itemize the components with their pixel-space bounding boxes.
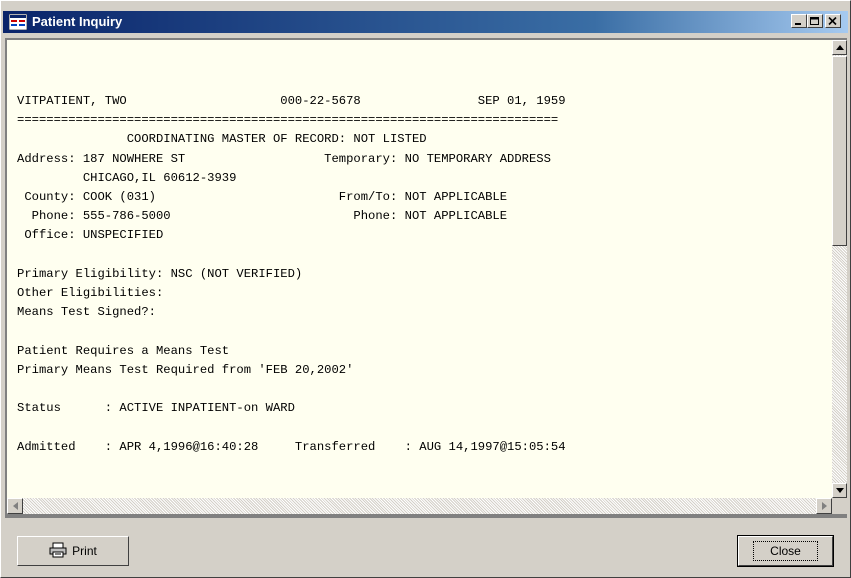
vertical-scroll-thumb[interactable] — [832, 56, 847, 246]
report-line: Other Eligibilities: — [17, 286, 164, 301]
report-line — [17, 418, 566, 437]
close-button[interactable]: Close — [737, 535, 834, 567]
report-line: Patient Requires a Means Test — [17, 343, 230, 358]
print-button-label: Print — [72, 544, 97, 558]
scroll-right-button[interactable] — [816, 498, 832, 514]
scroll-left-button[interactable] — [7, 498, 23, 514]
report-pane[interactable]: VITPATIENT, TWO 000-22-5678 SEP 01, 1959… — [7, 40, 832, 498]
report-line: Status : ACTIVE INPATIENT-on WARD — [17, 401, 295, 416]
arrow-left-icon — [12, 502, 18, 510]
report-line: County: COOK (031) From/To: NOT APPLICAB… — [17, 190, 508, 205]
content-frame: VITPATIENT, TWO 000-22-5678 SEP 01, 1959… — [5, 38, 847, 518]
report-line — [17, 246, 566, 265]
scroll-up-button[interactable] — [832, 40, 847, 55]
maximize-icon[interactable] — [807, 14, 823, 28]
report-line: ========================================… — [17, 113, 559, 128]
report-line: COORDINATING MASTER OF RECORD: NOT LISTE… — [17, 132, 427, 147]
report-line — [17, 380, 566, 399]
close-icon[interactable] — [825, 14, 841, 28]
report-line: Address: 187 NOWHERE ST Temporary: NO TE… — [17, 151, 551, 166]
arrow-down-icon — [835, 488, 844, 493]
report-line: Office: UNSPECIFIED — [17, 228, 164, 243]
scrollbar-corner — [832, 498, 847, 514]
report-line: CHICAGO,IL 60612-3939 — [17, 170, 237, 185]
arrow-right-icon — [821, 502, 827, 510]
patient-inquiry-icon — [8, 13, 28, 31]
report-line: VITPATIENT, TWO 000-22-5678 SEP 01, 1959 — [17, 94, 566, 108]
report-line: Admitted : APR 4,1996@16:40:28 Transferr… — [17, 439, 566, 454]
horizontal-scrollbar[interactable] — [7, 498, 832, 514]
report-text: VITPATIENT, TWO 000-22-5678 SEP 01, 1959… — [17, 92, 566, 457]
window-title: Patient Inquiry — [32, 14, 123, 29]
report-line: Primary Eligibility: NSC (NOT VERIFIED) — [17, 266, 303, 281]
arrow-up-icon — [835, 45, 844, 50]
close-button-label: Close — [753, 541, 818, 561]
vertical-scrollbar[interactable] — [832, 40, 847, 498]
title-bar[interactable]: Patient Inquiry — [3, 11, 848, 33]
minimize-icon[interactable] — [791, 14, 807, 28]
report-line: Primary Means Test Required from 'FEB 20… — [17, 362, 354, 377]
report-line: Phone: 555-786-5000 Phone: NOT APPLICABL… — [17, 209, 508, 224]
patient-inquiry-window: Patient Inquiry VITPATIENT, TWO 000-22-5… — [0, 0, 851, 578]
report-line: Means Test Signed?: — [17, 305, 156, 320]
printer-icon — [49, 542, 67, 561]
print-button[interactable]: Print — [17, 536, 129, 566]
report-line — [17, 322, 566, 341]
scroll-down-button[interactable] — [832, 483, 847, 498]
